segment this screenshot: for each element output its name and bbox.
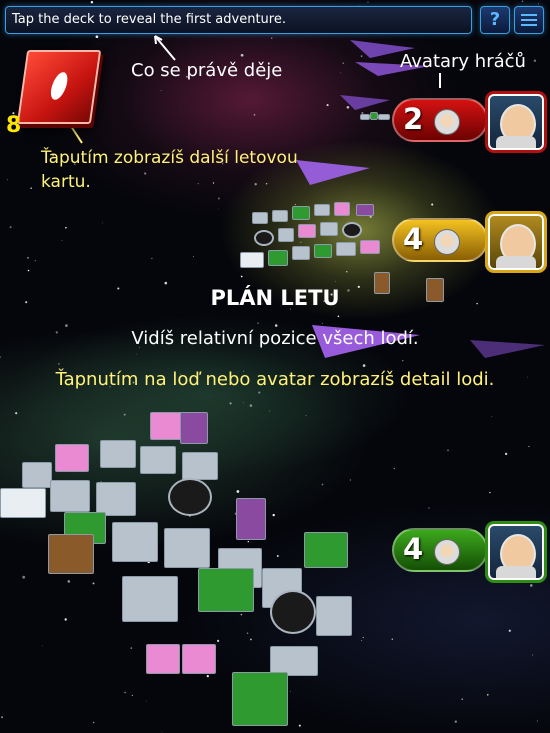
opponent-ship-yellow[interactable] [232, 200, 444, 310]
player-avatar-red[interactable] [488, 94, 544, 150]
position-pill: 2 [392, 98, 488, 142]
deck-card-count: 8 [6, 113, 22, 138]
current-event-caption: Co se právě děje [131, 60, 283, 81]
position-pill: 4 [392, 218, 488, 262]
position-pill: 4 [392, 528, 488, 572]
position-number: 2 [403, 102, 424, 136]
position-number: 4 [403, 532, 424, 566]
relative-positions-caption: Vidíš relativní pozice všech lodí. [131, 328, 419, 349]
astronaut-head-icon [434, 539, 460, 565]
tap-deck-caption: Ťaputím zobrazíš další letovou kartu. [41, 148, 298, 192]
tap-ship-caption: Ťapnutím na loď nebo avatar zobrazíš det… [55, 369, 495, 390]
adventure-card-deck-icon [47, 70, 71, 102]
player-avatar-green[interactable] [488, 524, 544, 580]
astronaut-head-icon [434, 109, 460, 135]
astronaut-head-icon [434, 229, 460, 255]
game-board: Tap the deck to reveal the first adventu… [0, 0, 550, 733]
player-avatars-caption: Avatary hráčů [400, 51, 526, 72]
adventure-card-deck[interactable] [16, 50, 102, 124]
player-avatar-yellow[interactable] [488, 214, 544, 270]
player-ship[interactable] [0, 400, 360, 733]
position-number: 4 [403, 222, 424, 256]
